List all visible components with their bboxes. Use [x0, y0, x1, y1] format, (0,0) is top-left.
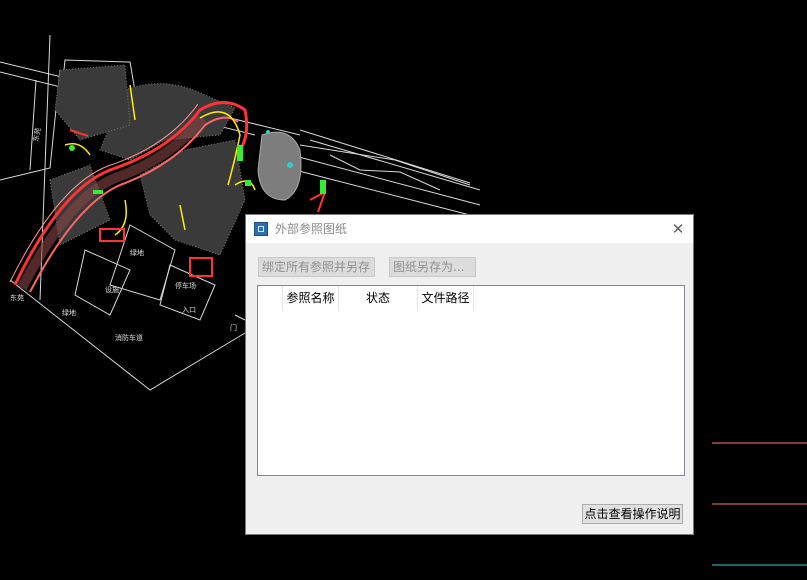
dialog-titlebar[interactable]: 外部参照图纸 ✕ [246, 215, 693, 243]
xref-list[interactable]: 参照名称 状态 文件路径 [257, 285, 685, 476]
cad-label-9: 门 [230, 323, 237, 332]
column-header-status[interactable]: 状态 [339, 286, 418, 310]
help-button[interactable]: 点击查看操作说明 [582, 504, 683, 524]
cad-label-3: 绿地 [62, 308, 76, 317]
bind-all-save-button[interactable]: 绑定所有参照并另存 [258, 257, 375, 277]
column-header-ref-name[interactable]: 参照名称 [283, 286, 339, 310]
plaza-area [257, 131, 302, 201]
cad-label-2: 东苑 [10, 293, 24, 302]
close-button[interactable]: ✕ [667, 219, 689, 239]
cad-label-6: 设施 [105, 285, 119, 294]
dialog-title: 外部参照图纸 [275, 222, 348, 236]
cad-label-8: 入口 [182, 306, 196, 314]
xref-dialog: 外部参照图纸 ✕ 绑定所有参照并另存 图纸另存为... 参照名称 状态 文件路径… [245, 214, 694, 535]
cad-label-5: 消防车道 [115, 333, 143, 342]
app-icon [254, 222, 268, 236]
cad-label-7: 停车场 [175, 281, 196, 290]
column-header-blank[interactable] [258, 286, 283, 310]
cad-label-4: 绿地 [130, 248, 144, 257]
column-header-file-path[interactable]: 文件路径 [418, 286, 474, 310]
save-as-button[interactable]: 图纸另存为... [389, 257, 476, 277]
